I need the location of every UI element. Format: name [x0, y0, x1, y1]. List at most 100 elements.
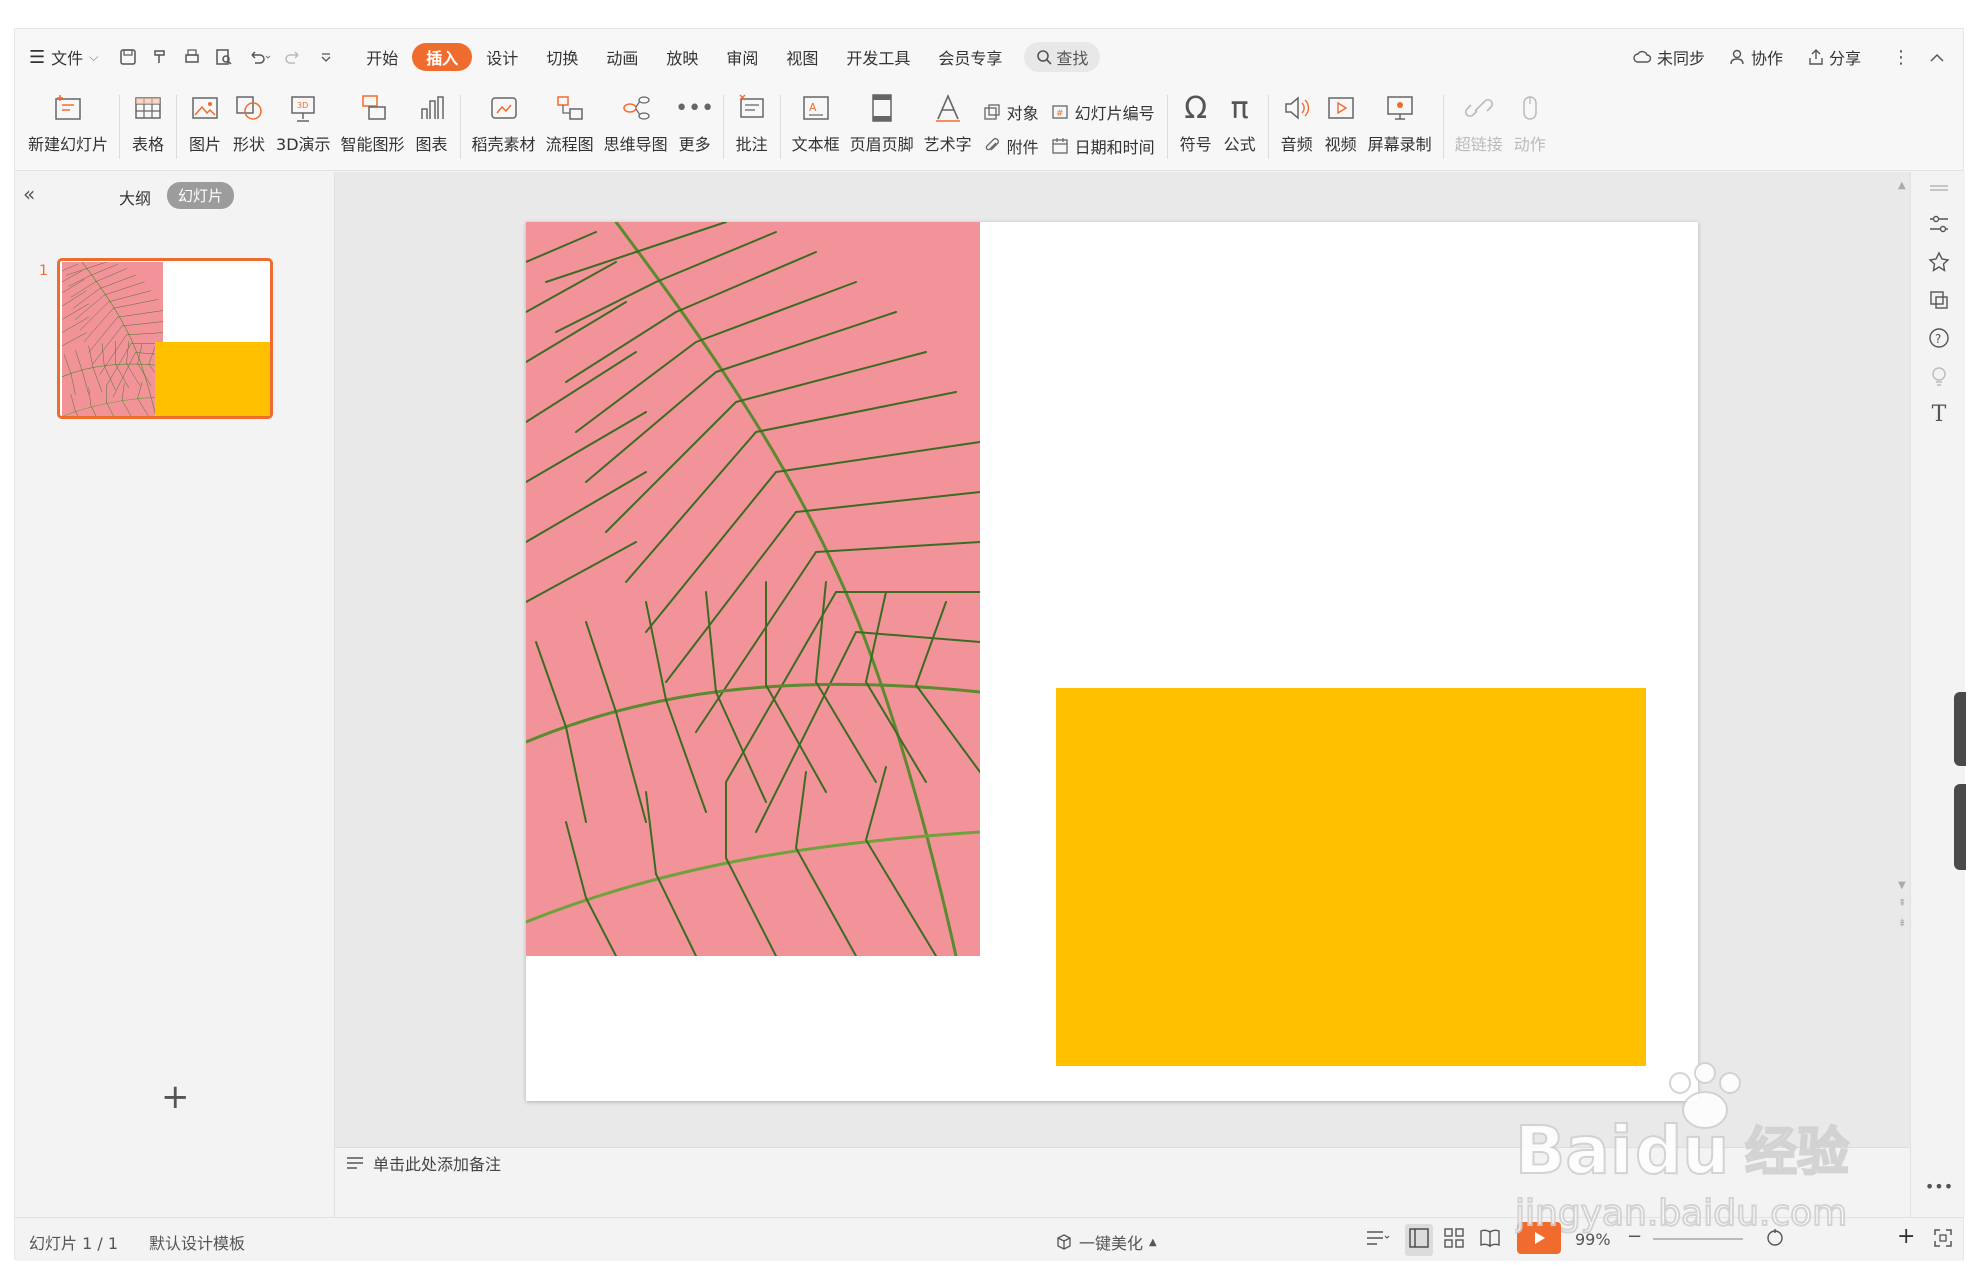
save-icon[interactable] [112, 40, 144, 74]
new-slide-button[interactable]: 新建幻灯片 [23, 85, 113, 165]
zoom-slider[interactable] [1653, 1238, 1743, 1240]
palm-leaves-picture[interactable] [526, 222, 980, 956]
side-handle-tab[interactable] [1954, 784, 1966, 870]
more-horizontal-icon[interactable]: ••• [1925, 1172, 1953, 1200]
transform-icon[interactable] [1925, 286, 1953, 314]
beautify-button[interactable]: 一键美化 ▲ [1055, 1230, 1157, 1254]
pi-icon: π [1230, 90, 1249, 126]
slide-thumbnail[interactable] [57, 258, 273, 419]
textbox-icon: A [799, 91, 833, 125]
tab-insert[interactable]: 插入 [412, 43, 473, 71]
tab-animation[interactable]: 动画 [592, 40, 652, 74]
daoke-material-button[interactable]: 稻壳素材 [467, 85, 541, 165]
reading-view-icon[interactable] [1479, 1227, 1501, 1253]
play-slideshow-button[interactable] [1517, 1222, 1561, 1254]
template-name[interactable]: 默认设计模板 [149, 1230, 245, 1254]
file-menu[interactable]: ☰ 文件 ⌵ [15, 40, 112, 74]
formula-button[interactable]: π 公式 [1218, 85, 1262, 165]
tab-view[interactable]: 视图 [772, 40, 832, 74]
object-button[interactable]: 对象 [983, 100, 1039, 124]
customize-toolbar-icon[interactable] [310, 40, 342, 74]
table-button[interactable]: 表格 [126, 85, 170, 165]
slide-number-button[interactable]: # 幻灯片编号 [1051, 100, 1155, 124]
screen-record-button[interactable]: 屏幕录制 [1363, 85, 1437, 165]
audio-button[interactable]: 音频 [1275, 85, 1319, 165]
action-button[interactable]: 动作 [1508, 85, 1552, 165]
format-painter-icon[interactable] [144, 40, 176, 74]
tab-home[interactable]: 开始 [352, 40, 412, 74]
properties-icon[interactable] [1925, 210, 1953, 238]
more-button[interactable]: ••• 更多 [673, 85, 717, 165]
collaborate-button[interactable]: 协作 [1719, 40, 1793, 74]
prev-slide-icon[interactable]: ⇞ [1898, 898, 1906, 909]
tab-slides[interactable]: 幻灯片 [167, 182, 235, 209]
vertical-scrollbar[interactable]: ▲ ▼ ⇞ ⇟ [1895, 180, 1909, 1140]
slide-count: 幻灯片 1 / 1 [29, 1234, 119, 1253]
more-vertical-icon[interactable]: ⋮ [1885, 40, 1917, 74]
side-handle-tab[interactable] [1954, 692, 1966, 766]
slide-sorter-icon[interactable] [1443, 1227, 1465, 1253]
share-button[interactable]: 分享 [1797, 40, 1871, 74]
add-slide-button[interactable]: + [161, 1077, 190, 1117]
tab-transition[interactable]: 切换 [532, 40, 592, 74]
chevron-down-icon: ⌵ [89, 49, 99, 64]
redo-icon[interactable] [278, 40, 310, 74]
symbol-button[interactable]: Ω 符号 [1174, 85, 1218, 165]
svg-text:#: # [1056, 109, 1064, 119]
yellow-rectangle-shape[interactable] [1056, 688, 1646, 1066]
3d-presentation-button[interactable]: 3D 3D演示 [271, 85, 336, 165]
tab-member[interactable]: 会员专享 [924, 40, 1016, 74]
new-slide-icon [51, 91, 85, 125]
help-icon[interactable]: ? [1925, 324, 1953, 352]
slide-canvas[interactable] [526, 222, 1698, 1101]
right-sidebar: ? T ••• [1910, 172, 1966, 1217]
lightbulb-icon[interactable] [1925, 362, 1953, 390]
tab-outline[interactable]: 大纲 [119, 185, 151, 209]
object-group: 对象 附件 [977, 85, 1045, 165]
sync-status[interactable]: 未同步 [1623, 40, 1715, 74]
picture-button[interactable]: 图片 [183, 85, 227, 165]
collapse-ribbon-icon[interactable] [1921, 40, 1953, 74]
toolbar-divider [722, 95, 724, 159]
normal-view-icon[interactable] [1405, 1224, 1433, 1256]
scroll-up-icon[interactable]: ▲ [1898, 180, 1906, 191]
symbol-label: 符号 [1179, 135, 1212, 154]
tab-slideshow[interactable]: 放映 [652, 40, 712, 74]
share-label: 分享 [1828, 49, 1861, 68]
notes-toggle-icon[interactable] [1365, 1228, 1391, 1252]
undo-icon[interactable] [240, 40, 278, 74]
fit-window-icon[interactable] [1765, 1228, 1785, 1252]
zoom-level[interactable]: 99% [1575, 1230, 1611, 1249]
wps-presentation-window: ☰ 文件 ⌵ 开始 插入 设计 切换 动画 放映 审阅 视图 开发工具 会员专享… [14, 28, 1966, 1261]
star-icon[interactable] [1925, 248, 1953, 276]
tab-developer[interactable]: 开发工具 [832, 40, 924, 74]
print-icon[interactable] [176, 40, 208, 74]
toolbar-divider [459, 95, 461, 159]
drag-handle-icon[interactable] [1925, 174, 1953, 202]
tab-review[interactable]: 审阅 [712, 40, 772, 74]
header-footer-button[interactable]: 页眉页脚 [845, 85, 919, 165]
video-button[interactable]: 视频 [1319, 85, 1363, 165]
smartart-button[interactable]: 智能图形 [336, 85, 410, 165]
hyperlink-button[interactable]: 超链接 [1450, 85, 1508, 165]
next-slide-icon[interactable]: ⇟ [1898, 918, 1906, 929]
search-box[interactable]: 查找 [1024, 42, 1101, 72]
zoom-in-icon[interactable]: + [1897, 1224, 1915, 1249]
print-preview-icon[interactable] [208, 40, 240, 74]
datetime-button[interactable]: 日期和时间 [1051, 134, 1155, 158]
comment-button[interactable]: 批注 [730, 85, 774, 165]
notes-area[interactable]: 单击此处添加备注 [335, 1147, 1910, 1177]
shape-button[interactable]: 形状 [227, 85, 271, 165]
tab-design[interactable]: 设计 [472, 40, 532, 74]
scroll-down-icon[interactable]: ▼ [1898, 880, 1906, 891]
mindmap-button[interactable]: 思维导图 [599, 85, 673, 165]
zoom-out-icon[interactable]: − [1627, 1226, 1642, 1247]
flowchart-button[interactable]: 流程图 [541, 85, 599, 165]
text-icon[interactable]: T [1925, 400, 1953, 428]
textbox-button[interactable]: A 文本框 [787, 85, 845, 165]
fullscreen-icon[interactable] [1933, 1228, 1953, 1252]
chart-button[interactable]: 图表 [410, 85, 454, 165]
attachment-button[interactable]: 附件 [983, 134, 1039, 158]
wordart-button[interactable]: 艺术字 [919, 85, 977, 165]
collapse-panel-icon[interactable]: « [23, 182, 35, 206]
